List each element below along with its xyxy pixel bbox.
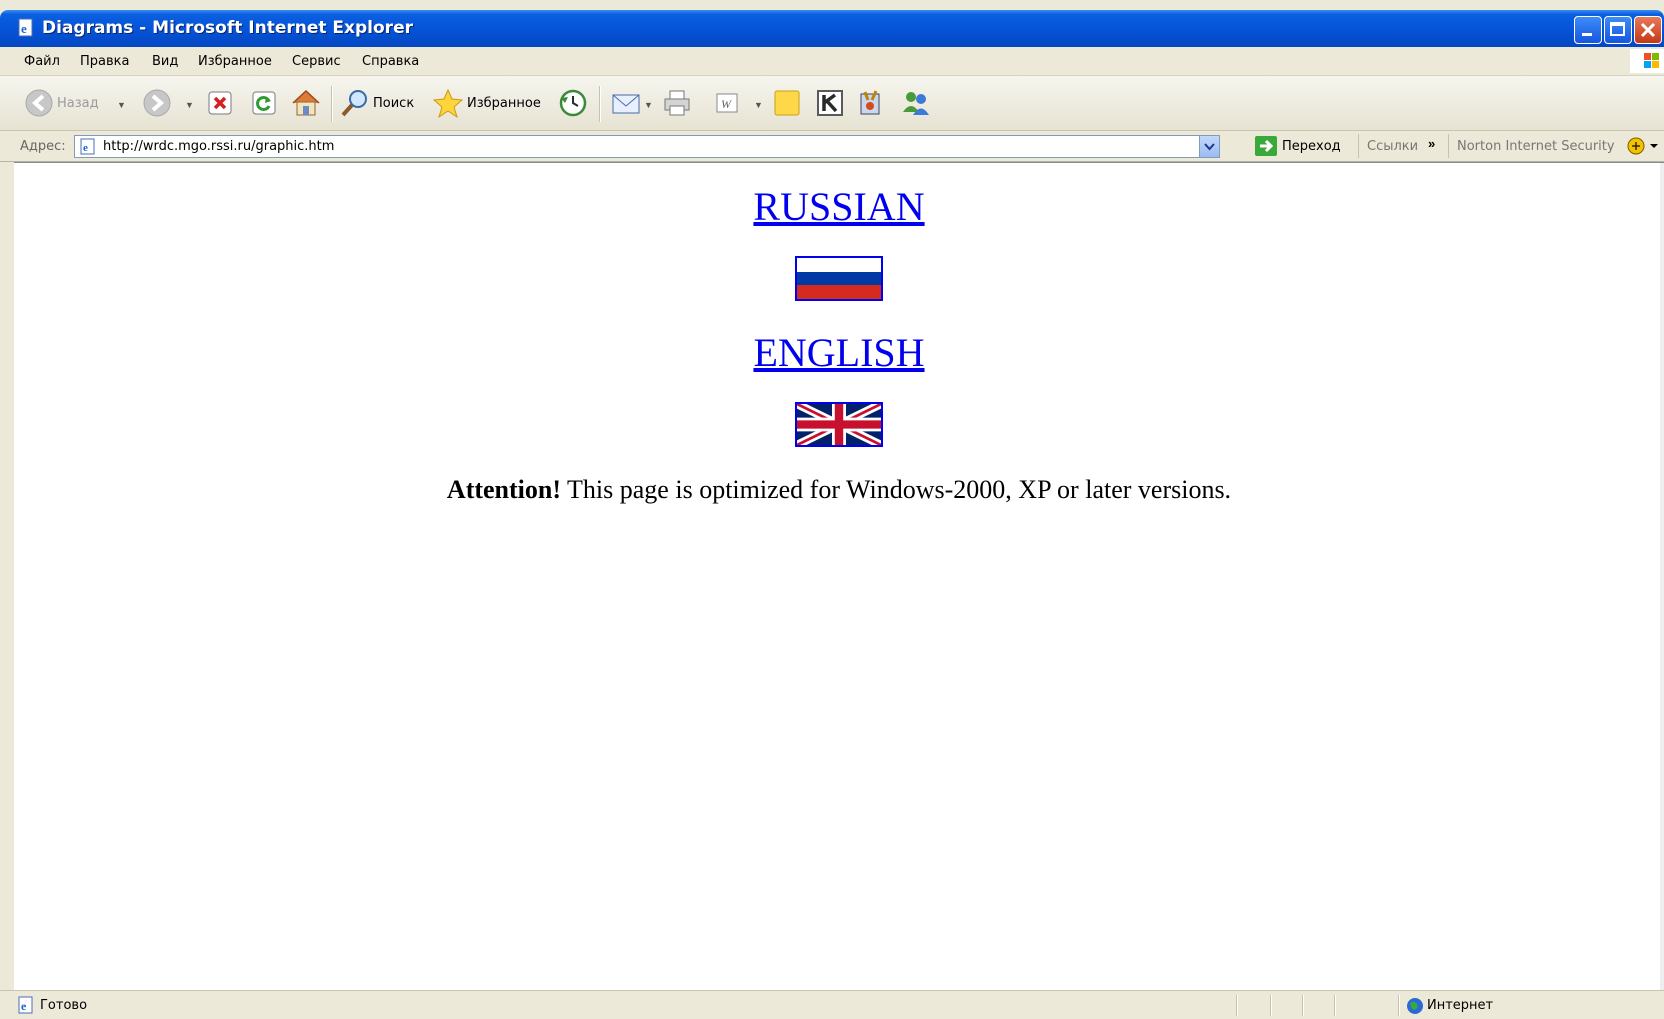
status-separator xyxy=(1334,995,1336,1016)
internet-globe-icon xyxy=(1407,998,1423,1014)
back-arrow-icon xyxy=(25,89,53,117)
print-button[interactable] xyxy=(662,88,692,118)
print-icon xyxy=(664,90,690,116)
maximize-button[interactable] xyxy=(1604,16,1632,44)
stop-icon xyxy=(208,91,232,115)
go-arrow-icon xyxy=(1255,136,1277,156)
tools-icon xyxy=(860,90,880,115)
svg-text:e: e xyxy=(21,21,27,36)
uk-flag-image[interactable] xyxy=(795,402,883,447)
status-separator xyxy=(1236,995,1238,1016)
menu-help[interactable]: Справка xyxy=(362,54,419,69)
menu-view[interactable]: Вид xyxy=(152,54,178,69)
edit-word-button[interactable]: W xyxy=(714,88,740,118)
browser-window: e Diagrams - Microsoft Internet Explorer… xyxy=(0,0,1664,1019)
svg-text:e: e xyxy=(21,999,27,1013)
mail-dropdown-icon[interactable]: ▼ xyxy=(644,100,653,110)
chevron-down-icon xyxy=(1204,143,1215,151)
k-icon xyxy=(817,90,843,116)
close-button[interactable] xyxy=(1634,16,1662,44)
links-button[interactable]: Ссылки xyxy=(1367,139,1418,154)
forward-button[interactable] xyxy=(142,88,172,118)
address-url: http://wrdc.mgo.rssi.ru/graphic.htm xyxy=(103,139,335,154)
russian-link[interactable]: RUSSIAN xyxy=(753,183,924,230)
toolbar-separator xyxy=(331,86,333,122)
address-bar: Адрес: e http://wrdc.mgo.rssi.ru/graphic… xyxy=(0,131,1664,162)
back-dropdown-icon[interactable]: ▼ xyxy=(117,100,126,110)
done-page-icon: e xyxy=(18,996,33,1014)
mail-button[interactable] xyxy=(610,88,642,118)
minimize-icon xyxy=(1582,33,1592,36)
search-label: Поиск xyxy=(373,95,415,111)
standard-toolbar: Назад ▼ ▼ Поиск Избранное ▼ W ▼ xyxy=(0,76,1664,131)
attention-notice: Attention! This page is optimized for Wi… xyxy=(14,475,1664,505)
address-label: Адрес: xyxy=(20,139,66,154)
address-separator xyxy=(1448,134,1449,158)
address-dropdown-button[interactable] xyxy=(1199,136,1219,157)
messenger-button[interactable] xyxy=(856,88,886,118)
maximize-icon xyxy=(1610,22,1625,36)
page-icon: e xyxy=(80,138,95,155)
ie-page-icon: e xyxy=(18,18,33,37)
search-button[interactable]: Поиск xyxy=(340,88,414,118)
home-button[interactable] xyxy=(290,88,322,118)
favorites-label: Избранное xyxy=(467,95,541,111)
windows-logo-icon xyxy=(1630,49,1664,73)
refresh-button[interactable] xyxy=(250,88,278,118)
english-link[interactable]: ENGLISH xyxy=(753,329,924,376)
go-button[interactable]: Переход xyxy=(1255,136,1341,156)
vertical-scrollbar[interactable] xyxy=(1660,163,1664,991)
menu-file[interactable]: Файл xyxy=(24,54,60,69)
attention-text: This page is optimized for Windows-2000,… xyxy=(561,475,1232,504)
svg-text:W: W xyxy=(721,97,732,111)
go-label: Переход xyxy=(1282,138,1341,154)
menu-bar: Файл Правка Вид Избранное Сервис Справка xyxy=(0,47,1664,76)
search-icon xyxy=(341,90,367,117)
history-icon xyxy=(559,89,587,117)
toolbar-separator xyxy=(599,86,601,122)
attention-heading: Attention! xyxy=(446,475,562,504)
favorites-star-icon xyxy=(432,88,464,118)
menu-favorites[interactable]: Избранное xyxy=(198,54,272,69)
word-icon: W xyxy=(716,93,738,113)
history-button[interactable] xyxy=(558,88,588,118)
users-icon xyxy=(903,92,929,115)
minimize-button[interactable] xyxy=(1574,16,1602,44)
page-viewport: RUSSIAN ENGLISH Attention! This page is … xyxy=(14,162,1664,991)
edit-dropdown-icon[interactable]: ▼ xyxy=(754,100,763,110)
forward-dropdown-icon[interactable]: ▼ xyxy=(185,100,194,110)
title-bar[interactable]: e Diagrams - Microsoft Internet Explorer xyxy=(0,10,1664,47)
favorites-button[interactable]: Избранное xyxy=(432,88,541,118)
back-button[interactable]: Назад xyxy=(24,88,99,118)
research-button[interactable] xyxy=(815,88,845,118)
norton-toolbar-label[interactable]: Norton Internet Security xyxy=(1457,139,1615,154)
norton-icon[interactable] xyxy=(1626,136,1660,156)
links-chevron-icon[interactable]: » xyxy=(1428,136,1435,151)
discuss-button[interactable] xyxy=(772,88,802,118)
security-zone-label: Интернет xyxy=(1427,998,1494,1013)
status-text: Готово xyxy=(40,998,88,1013)
address-input[interactable]: e http://wrdc.mgo.rssi.ru/graphic.htm xyxy=(74,135,1220,158)
menu-tools[interactable]: Сервис xyxy=(292,54,341,69)
page-content: RUSSIAN ENGLISH Attention! This page is … xyxy=(14,163,1664,505)
mail-icon xyxy=(612,94,640,114)
status-separator xyxy=(1398,995,1400,1016)
window-title: Diagrams - Microsoft Internet Explorer xyxy=(42,18,413,38)
svg-text:e: e xyxy=(83,142,88,154)
menu-edit[interactable]: Правка xyxy=(80,54,129,69)
close-icon xyxy=(1640,22,1656,38)
refresh-icon xyxy=(252,91,276,115)
note-icon xyxy=(774,90,800,116)
forward-arrow-icon xyxy=(143,89,171,117)
back-label: Назад xyxy=(57,95,99,111)
status-separator xyxy=(1302,995,1304,1016)
contacts-button[interactable] xyxy=(900,88,932,118)
address-separator xyxy=(1358,134,1359,158)
status-bar: e Готово Интернет xyxy=(0,990,1664,1019)
home-icon xyxy=(292,89,320,116)
stop-button[interactable] xyxy=(206,88,234,118)
russian-flag-image[interactable] xyxy=(795,256,883,301)
status-separator xyxy=(1270,995,1272,1016)
